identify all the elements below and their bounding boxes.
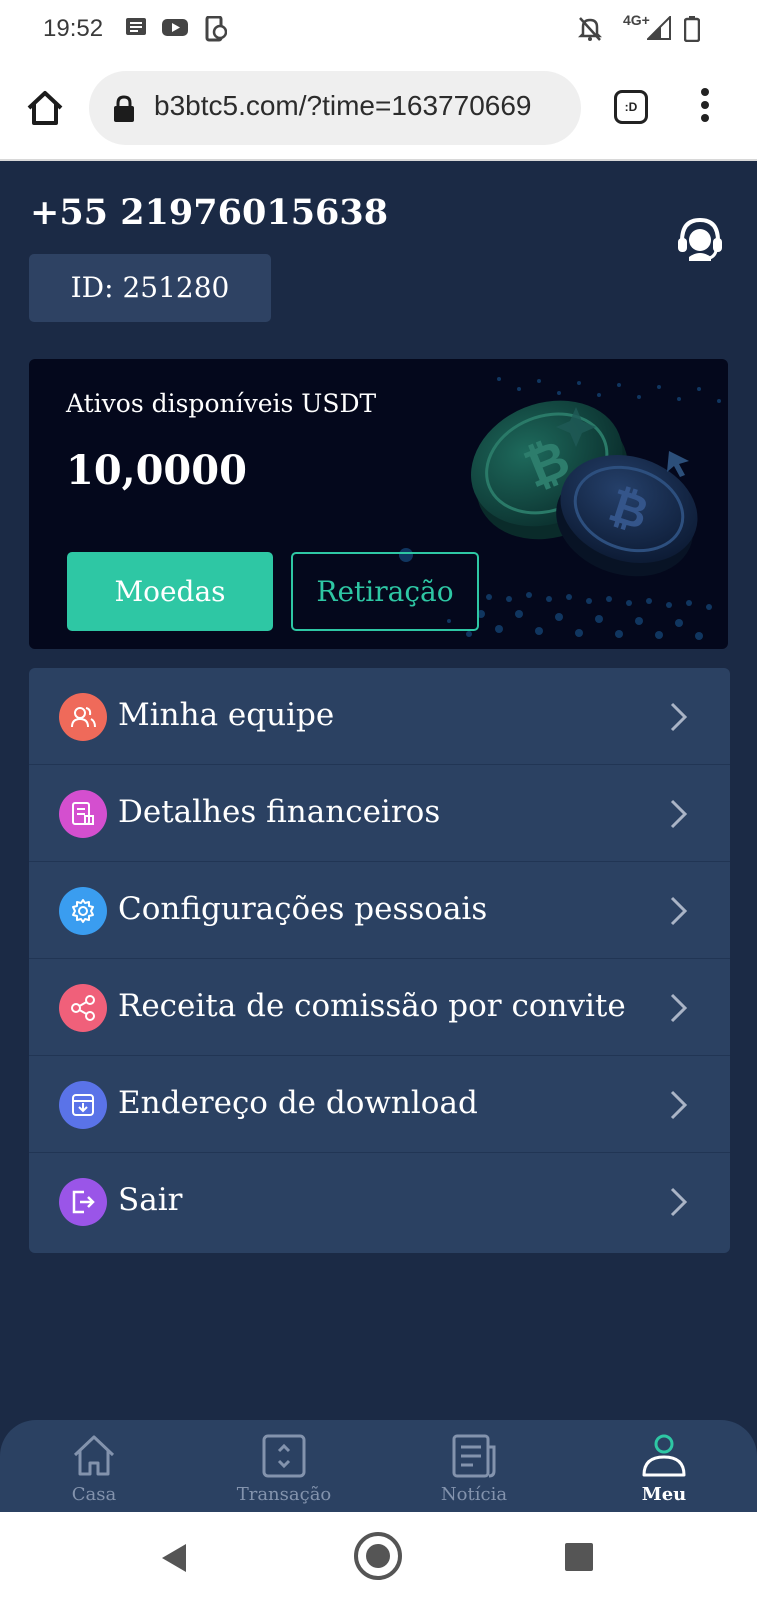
assets-label: Ativos disponíveis USDT xyxy=(66,389,377,418)
nav-label: Meu xyxy=(641,1484,687,1505)
chevron-right-icon xyxy=(669,701,689,737)
user-icon xyxy=(642,1434,686,1477)
menu-label: Sair xyxy=(118,1182,183,1218)
nav-label: Transação xyxy=(236,1484,332,1505)
download-icon xyxy=(59,1081,107,1129)
bottom-navigation: Casa Transação Notícia Meu xyxy=(0,1420,757,1512)
transaction-icon xyxy=(262,1434,306,1478)
share-icon xyxy=(59,984,107,1032)
account-menu: Minha equipe Detalhes financeiros Config… xyxy=(29,668,730,1253)
nav-label: Notícia xyxy=(440,1484,508,1505)
menu-label: Receita de comissão por convite xyxy=(118,988,626,1024)
chevron-right-icon xyxy=(669,1186,689,1222)
system-navigation-bar xyxy=(0,1512,757,1600)
chevron-right-icon xyxy=(669,798,689,834)
menu-item-team[interactable]: Minha equipe xyxy=(29,668,730,765)
status-bar: 19:52 4G+ xyxy=(0,0,757,58)
lock-icon xyxy=(113,95,135,127)
menu-label: Minha equipe xyxy=(118,697,335,733)
extension-button[interactable]: :D xyxy=(614,90,648,124)
headset-support-icon[interactable] xyxy=(675,213,725,263)
message-icon xyxy=(125,16,147,42)
user-phone: +55 21976015638 xyxy=(30,192,389,233)
menu-item-invite-commission[interactable]: Receita de comissão por convite xyxy=(29,959,730,1056)
nav-tab-news[interactable]: Notícia xyxy=(414,1420,534,1512)
signal-icon xyxy=(645,14,671,44)
nav-label: Casa xyxy=(71,1484,117,1505)
nav-tab-transaction[interactable]: Transação xyxy=(224,1420,344,1512)
assets-balance: 10,0000 xyxy=(66,447,247,494)
nav-tab-home[interactable]: Casa xyxy=(34,1420,154,1512)
status-time: 19:52 xyxy=(43,15,104,42)
document-icon xyxy=(59,790,107,838)
chevron-right-icon xyxy=(669,895,689,931)
nav-tab-me[interactable]: Meu xyxy=(604,1420,724,1512)
news-icon xyxy=(452,1434,496,1478)
menu-item-download-address[interactable]: Endereço de download xyxy=(29,1056,730,1153)
more-vert-icon[interactable] xyxy=(693,88,717,128)
assets-card: ₿ ₿ Ativos disponíveis USDT 10,0000 Moed… xyxy=(29,359,728,649)
withdraw-button[interactable]: Retiração xyxy=(291,552,479,631)
home-circle-icon[interactable] xyxy=(352,1530,404,1586)
back-icon[interactable] xyxy=(160,1542,188,1578)
logout-icon xyxy=(59,1178,107,1226)
menu-label: Endereço de download xyxy=(118,1085,478,1121)
recents-icon[interactable] xyxy=(565,1543,593,1575)
url-text: b3btc5.com/?time=163770669 xyxy=(154,90,532,121)
phone-sync-icon xyxy=(205,15,228,46)
menu-label: Configurações pessoais xyxy=(118,891,488,927)
home-icon[interactable] xyxy=(25,88,65,128)
menu-item-financial-details[interactable]: Detalhes financeiros xyxy=(29,765,730,862)
address-bar[interactable]: b3btc5.com/?time=163770669 xyxy=(89,71,581,145)
menu-label: Detalhes financeiros xyxy=(118,794,441,830)
network-type: 4G+ xyxy=(623,12,650,28)
browser-toolbar: b3btc5.com/?time=163770669 :D xyxy=(0,58,757,161)
user-id-badge: ID: 251280 xyxy=(29,254,271,322)
menu-item-personal-settings[interactable]: Configurações pessoais xyxy=(29,862,730,959)
home-outline-icon xyxy=(73,1435,115,1476)
coins-button[interactable]: Moedas xyxy=(67,552,273,631)
menu-item-logout[interactable]: Sair xyxy=(29,1153,730,1250)
youtube-icon xyxy=(162,16,188,42)
battery-icon xyxy=(683,16,701,46)
team-icon xyxy=(59,693,107,741)
chevron-right-icon xyxy=(669,992,689,1028)
chevron-right-icon xyxy=(669,1089,689,1125)
notifications-off-icon xyxy=(577,16,603,46)
gear-icon xyxy=(59,887,107,935)
